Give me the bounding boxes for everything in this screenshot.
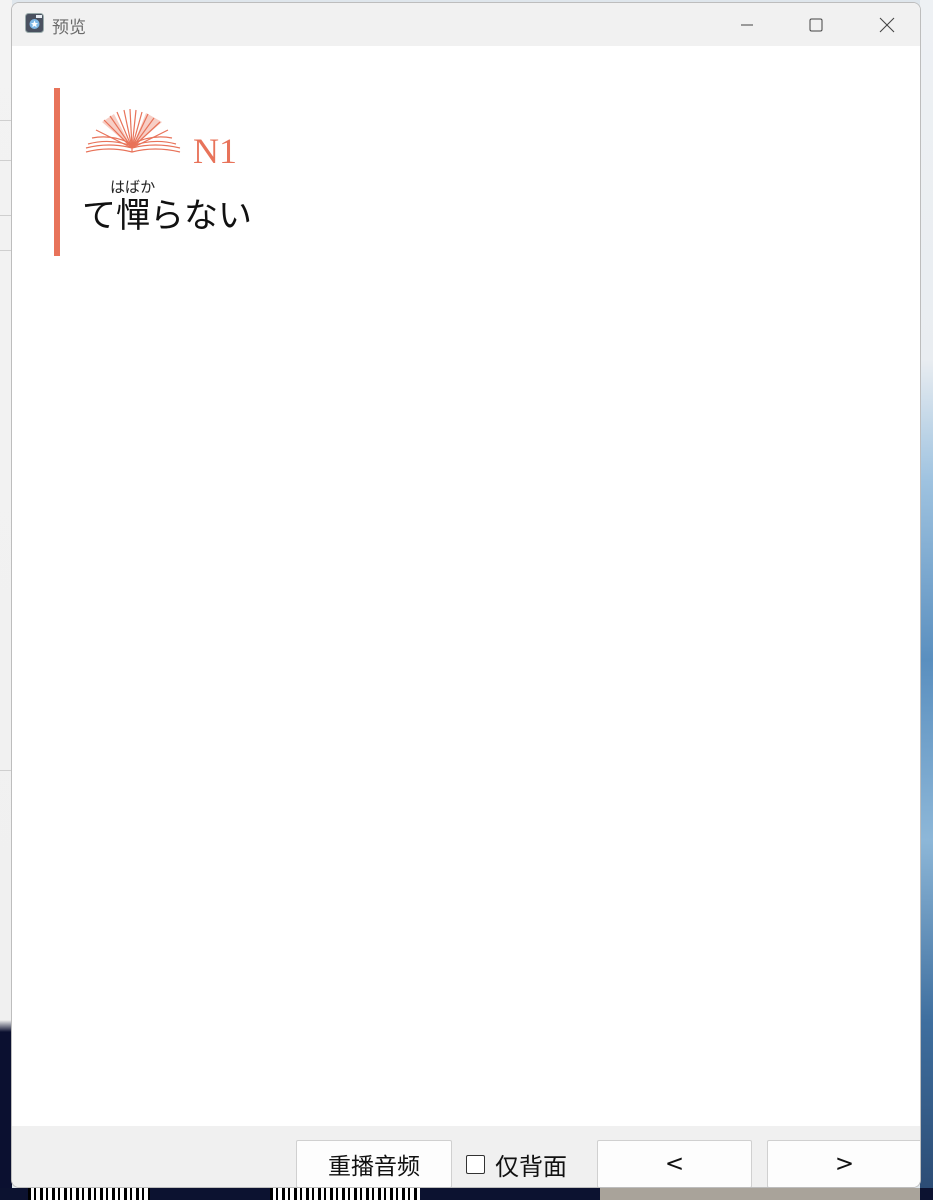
word-prefix: て	[82, 196, 116, 236]
close-icon	[879, 17, 895, 32]
desktop-qr-image	[270, 1188, 420, 1200]
word-kanji: 憚	[116, 196, 150, 236]
next-button[interactable]: >	[767, 1140, 920, 1187]
title-bar[interactable]: 预览	[12, 3, 920, 46]
maximize-button[interactable]	[787, 3, 845, 46]
desktop-photo	[600, 1188, 920, 1200]
vocab-card: N1 はばか て憚らない	[54, 88, 460, 256]
card-content: N1 はばか て憚らない	[12, 46, 920, 1126]
furigana: はばか	[110, 178, 156, 196]
word-suffix: らない	[150, 196, 252, 236]
desktop-qr-image	[28, 1188, 150, 1200]
bottom-toolbar: 重播音频 仅背面 < >	[12, 1126, 920, 1187]
jlpt-level: N1	[193, 131, 237, 171]
close-button[interactable]	[858, 3, 916, 46]
checkbox-box[interactable]	[466, 1154, 485, 1174]
desktop-right-strip	[920, 0, 933, 1200]
preview-window: 预览 N1 はばか て憚らない 重播音频 仅背面 < >	[11, 2, 921, 1188]
open-book-icon	[85, 108, 181, 153]
maximize-icon	[809, 18, 823, 31]
minimize-button[interactable]	[718, 3, 776, 46]
window-title: 预览	[52, 18, 86, 38]
replay-audio-button[interactable]: 重播音频	[296, 1140, 452, 1187]
back-only-label: 仅背面	[495, 1152, 567, 1181]
app-icon	[25, 13, 44, 33]
previous-button[interactable]: <	[597, 1140, 752, 1187]
minimize-icon	[741, 24, 753, 25]
vocab-word: はばか て憚らない	[82, 178, 252, 237]
back-only-checkbox[interactable]: 仅背面	[466, 1140, 567, 1187]
